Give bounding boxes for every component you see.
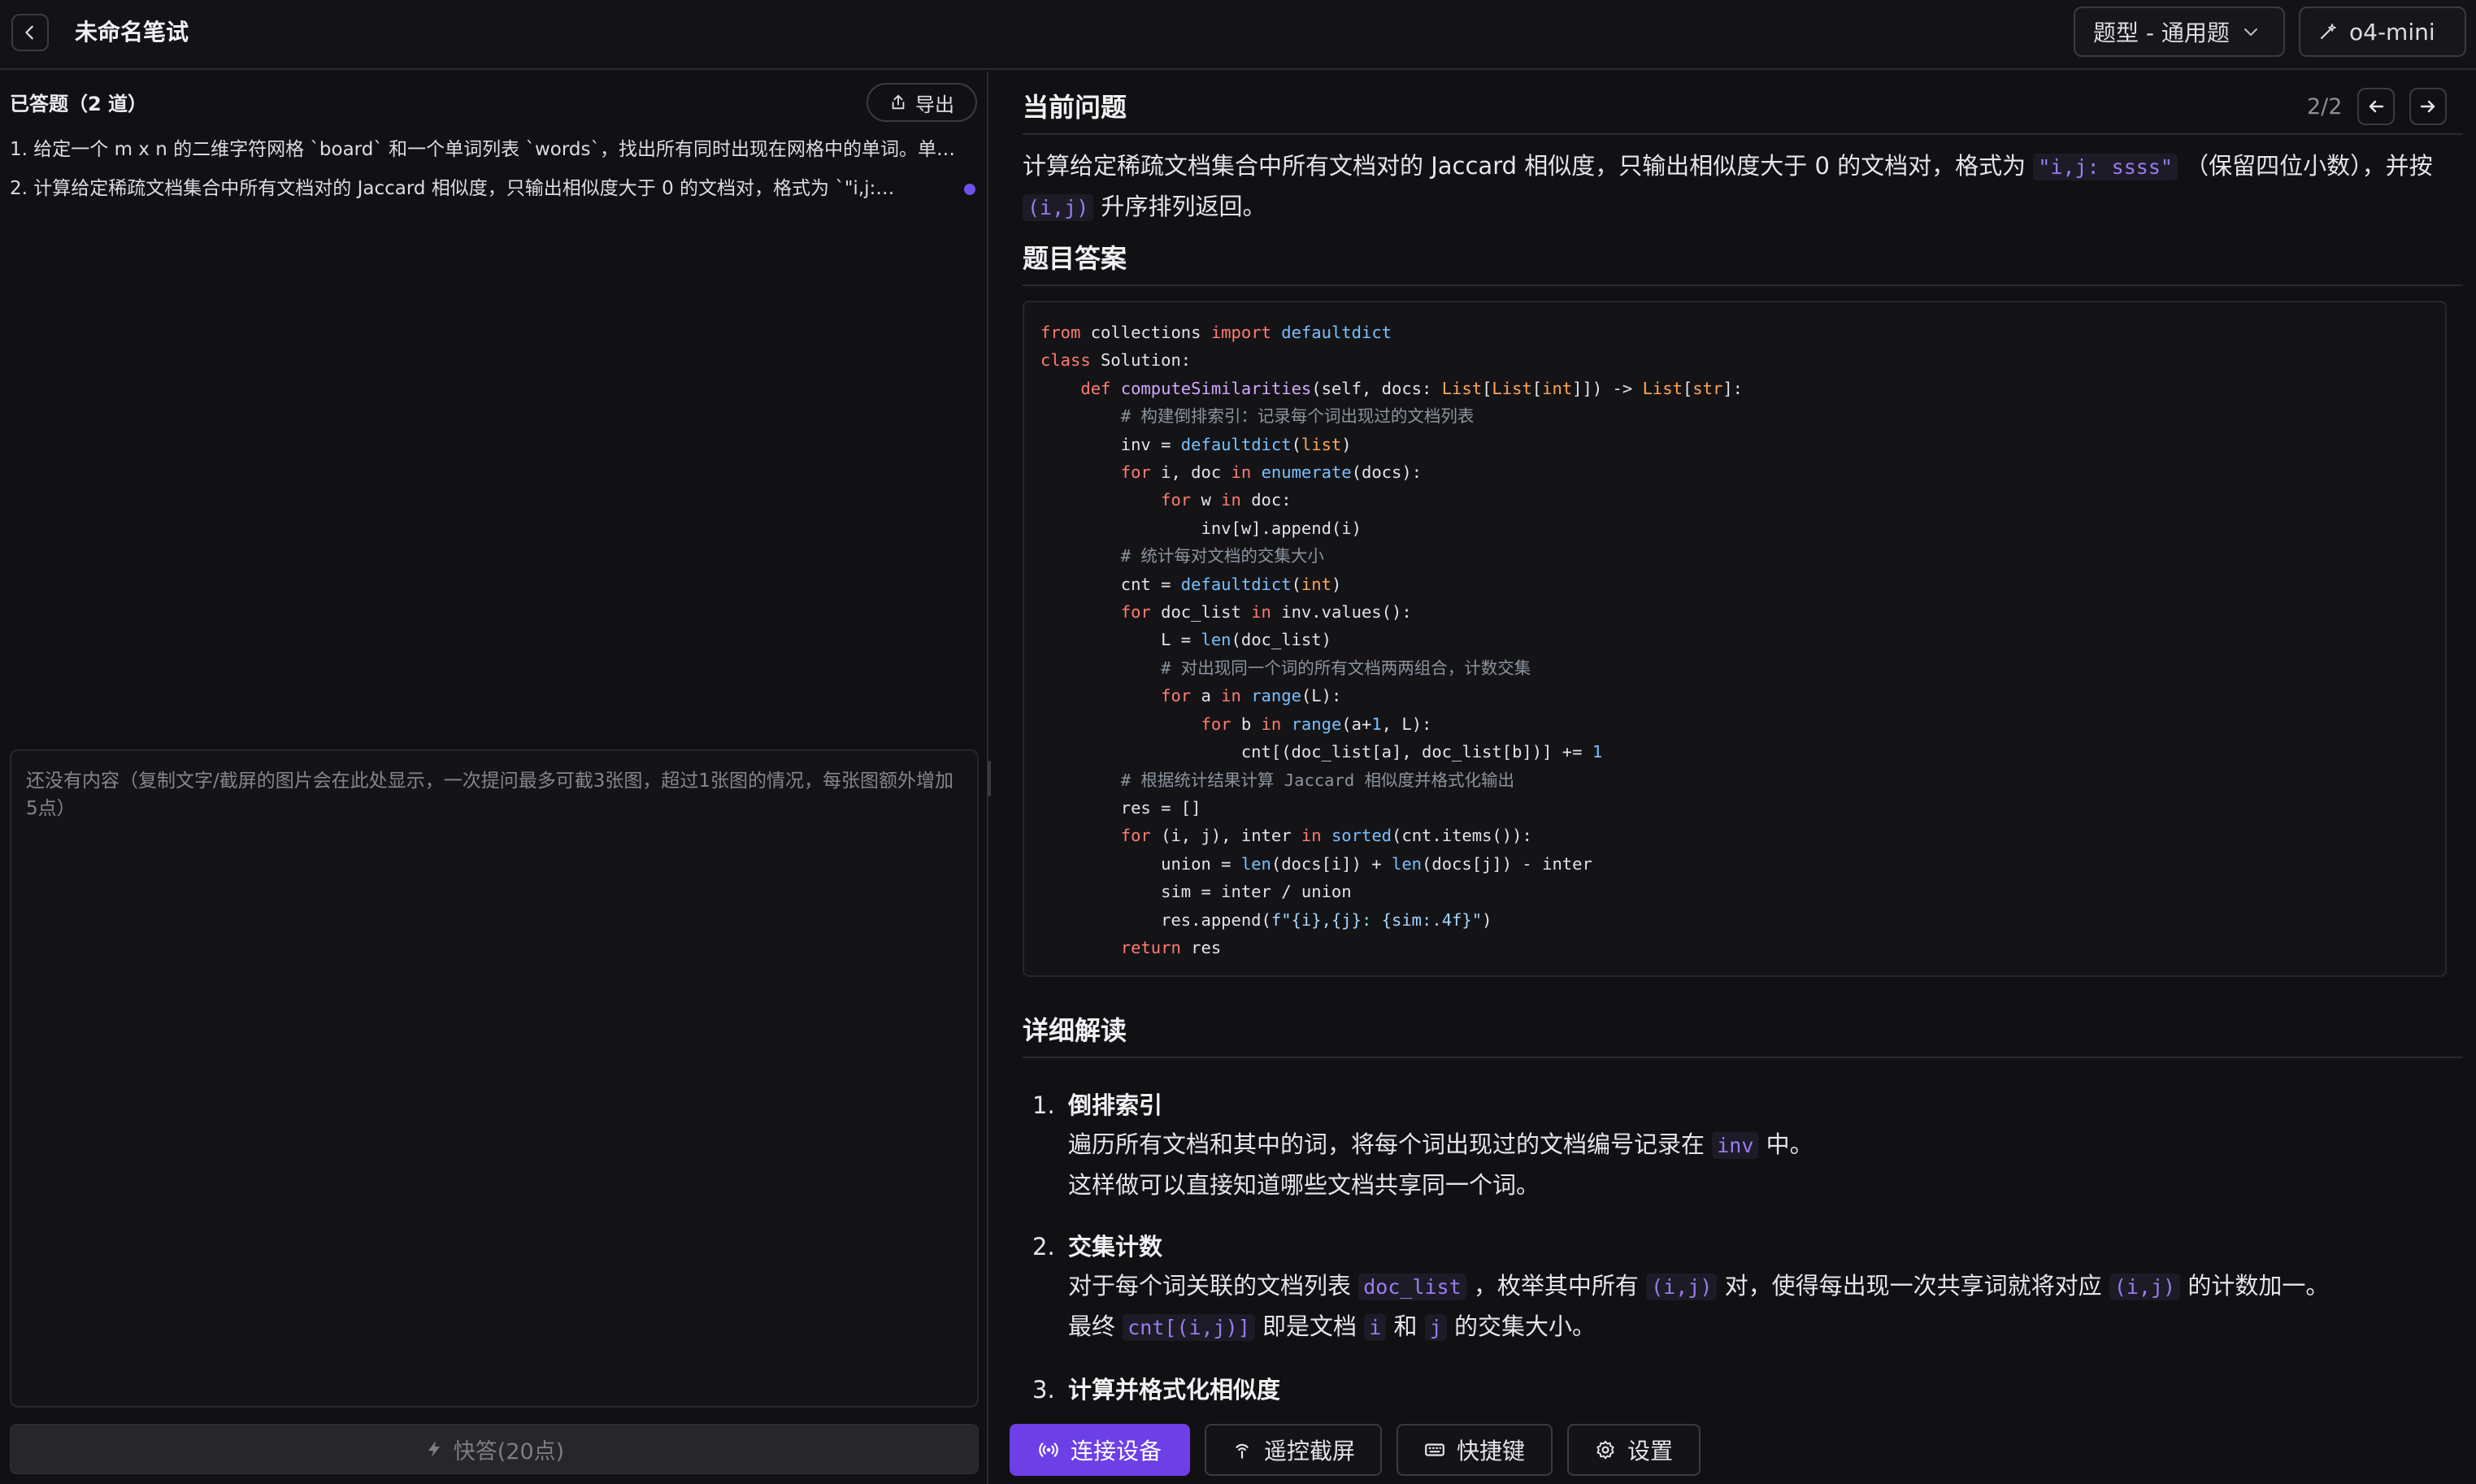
inline-code: (i,j) xyxy=(1646,1274,1718,1300)
magic-wand-icon xyxy=(2321,24,2336,39)
quick-answer-button[interactable]: 快答(20点) xyxy=(10,1424,979,1474)
explanation-step: 3. 计算并格式化相似度 xyxy=(1023,1370,2461,1409)
settings-button[interactable]: 设置 xyxy=(1567,1424,1701,1476)
step-text: 遍历所有文档和其中的词，将每个词出现过的文档编号记录在 xyxy=(1068,1130,1705,1158)
arrow-left-icon xyxy=(2369,100,2384,113)
inline-code: i xyxy=(1364,1314,1387,1341)
step-line: 这样做可以直接知道哪些文档共享同一个词。 xyxy=(1068,1171,1540,1199)
connect-device-button[interactable]: 连接设备 xyxy=(1010,1424,1190,1476)
remote-signal-icon xyxy=(1236,1443,1249,1459)
inline-code: doc_list xyxy=(1358,1274,1466,1300)
app-window: 未命名笔试 题型 - 通用题 o4-mini 已答题（2 道） 导出 1. 给定… xyxy=(0,0,2476,1484)
step-text: 对于每个词关联的文档列表 xyxy=(1068,1272,1352,1300)
step-text: 中。 xyxy=(1766,1130,1814,1158)
explanation-step: 1. 倒排索引 遍历所有文档和其中的词，将每个词出现过的文档编号记录在 inv … xyxy=(1023,1086,2461,1204)
broadcast-icon xyxy=(1039,1443,1058,1457)
step-number: 1. xyxy=(1032,1091,1055,1119)
bottom-toolbar: 连接设备 遥控截屏 快捷键 设置 xyxy=(1010,1424,1701,1476)
quick-answer-label: 快答(20点) xyxy=(453,1438,565,1464)
explanation-list: 1. 倒排索引 遍历所有文档和其中的词，将每个词出现过的文档编号记录在 inv … xyxy=(1023,1086,2461,1432)
capture-input-area[interactable]: 还没有内容（复制文字/截屏的图片会在此处显示，一次提问最多可截3张图，超过1张图… xyxy=(10,749,979,1408)
inline-code: j xyxy=(1424,1314,1447,1341)
step-text: ，枚举其中所有 xyxy=(1473,1272,1639,1300)
remote-screenshot-label: 遥控截屏 xyxy=(1263,1438,1355,1464)
step-title: 交集计数 xyxy=(1068,1233,1163,1261)
chevron-down-icon xyxy=(2244,28,2257,36)
divider xyxy=(1023,1057,2463,1058)
export-button[interactable]: 导出 xyxy=(867,83,977,122)
question-text: 计算给定稀疏文档集合中所有文档对的 Jaccard 相似度，只输出相似度大于 0… xyxy=(1023,146,2461,228)
question-list-item[interactable]: 1. 给定一个 m x n 的二维字符网格 `board` 和一个单词列表 `w… xyxy=(10,133,974,166)
settings-label: 设置 xyxy=(1627,1438,1673,1464)
export-label: 导出 xyxy=(915,93,954,116)
lightning-icon xyxy=(428,1441,440,1457)
inline-code: "i,j: ssss" xyxy=(2033,154,2178,180)
model-select[interactable]: o4-mini xyxy=(2299,7,2466,57)
question-type-label: 题型 - 通用题 xyxy=(2093,20,2230,46)
answered-header: 已答题（2 道） xyxy=(10,93,148,115)
shortcut-button[interactable]: 快捷键 xyxy=(1397,1424,1553,1476)
left-panel: 已答题（2 道） 导出 1. 给定一个 m x n 的二维字符网格 `board… xyxy=(0,72,988,1484)
share-icon xyxy=(892,94,905,110)
page-indicator: 2/2 xyxy=(2307,94,2343,119)
inline-code: inv xyxy=(1712,1132,1759,1159)
step-line: 对于每个词关联的文档列表 doc_list ，枚举其中所有 (i,j) 对，使得… xyxy=(1068,1266,2461,1307)
explanation-step: 2. 交集计数 对于每个词关联的文档列表 doc_list ，枚举其中所有 (i… xyxy=(1023,1227,2461,1347)
step-text: 的交集大小。 xyxy=(1454,1313,1596,1340)
top-bar: 未命名笔试 题型 - 通用题 o4-mini xyxy=(0,0,2476,70)
active-indicator-dot xyxy=(964,184,975,195)
divider xyxy=(1023,133,2463,135)
step-number: 2. xyxy=(1032,1233,1055,1261)
previous-question-button[interactable] xyxy=(2357,88,2395,125)
model-label: o4-mini xyxy=(2349,18,2435,46)
detail-heading: 详细解读 xyxy=(1023,1015,1127,1046)
connect-device-label: 连接设备 xyxy=(1070,1438,1162,1464)
question-text-part: （保留四位小数），并按 xyxy=(2185,152,2433,180)
remote-screenshot-button[interactable]: 遥控截屏 xyxy=(1205,1424,1382,1476)
step-line: 最终 cnt[(i,j)] 即是文档 i 和 j 的交集大小。 xyxy=(1068,1307,2461,1347)
step-text: 的计数加一。 xyxy=(2187,1272,2330,1300)
inline-code: cnt[(i,j)] xyxy=(1123,1314,1255,1341)
step-text: 最终 xyxy=(1068,1313,1116,1340)
answer-heading: 题目答案 xyxy=(1023,243,1127,274)
step-text: 即是文档 xyxy=(1262,1313,1357,1340)
right-panel: 当前问题 2/2 计算给定稀疏文档集合中所有文档对的 Jaccard 相似度，只… xyxy=(990,72,2476,1484)
shortcut-label: 快捷键 xyxy=(1456,1438,1525,1464)
question-text-part: 升序排列返回。 xyxy=(1101,193,1266,220)
page-title: 未命名笔试 xyxy=(75,19,189,46)
arrow-right-icon xyxy=(2420,100,2435,113)
inline-code: (i,j) xyxy=(1023,194,1094,221)
step-number: 3. xyxy=(1032,1376,1055,1404)
question-list-item[interactable]: 2. 计算给定稀疏文档集合中所有文档对的 Jaccard 相似度，只输出相似度大… xyxy=(10,172,928,205)
step-title: 计算并格式化相似度 xyxy=(1068,1376,1281,1404)
chevron-left-icon xyxy=(25,25,33,40)
step-title: 倒排索引 xyxy=(1068,1091,1163,1119)
inline-code: (i,j) xyxy=(2109,1274,2181,1300)
question-type-select[interactable]: 题型 - 通用题 xyxy=(2074,7,2285,57)
code-content: from collections import defaultdict clas… xyxy=(1040,323,1744,957)
back-button[interactable] xyxy=(11,14,49,51)
step-text: 对，使得每出现一次共享词就将对应 xyxy=(1724,1272,2102,1300)
gear-icon xyxy=(1596,1440,1614,1460)
code-block: from collections import defaultdict clas… xyxy=(1023,301,2447,977)
next-question-button[interactable] xyxy=(2409,88,2447,125)
step-text: 和 xyxy=(1393,1313,1418,1340)
question-text-part: 计算给定稀疏文档集合中所有文档对的 Jaccard 相似度，只输出相似度大于 0… xyxy=(1023,152,2026,180)
step-line: 遍历所有文档和其中的词，将每个词出现过的文档编号记录在 inv 中。 xyxy=(1068,1125,2461,1165)
divider xyxy=(1023,284,2463,286)
keyboard-icon xyxy=(1425,1443,1444,1456)
current-question-heading: 当前问题 xyxy=(1023,92,1127,123)
